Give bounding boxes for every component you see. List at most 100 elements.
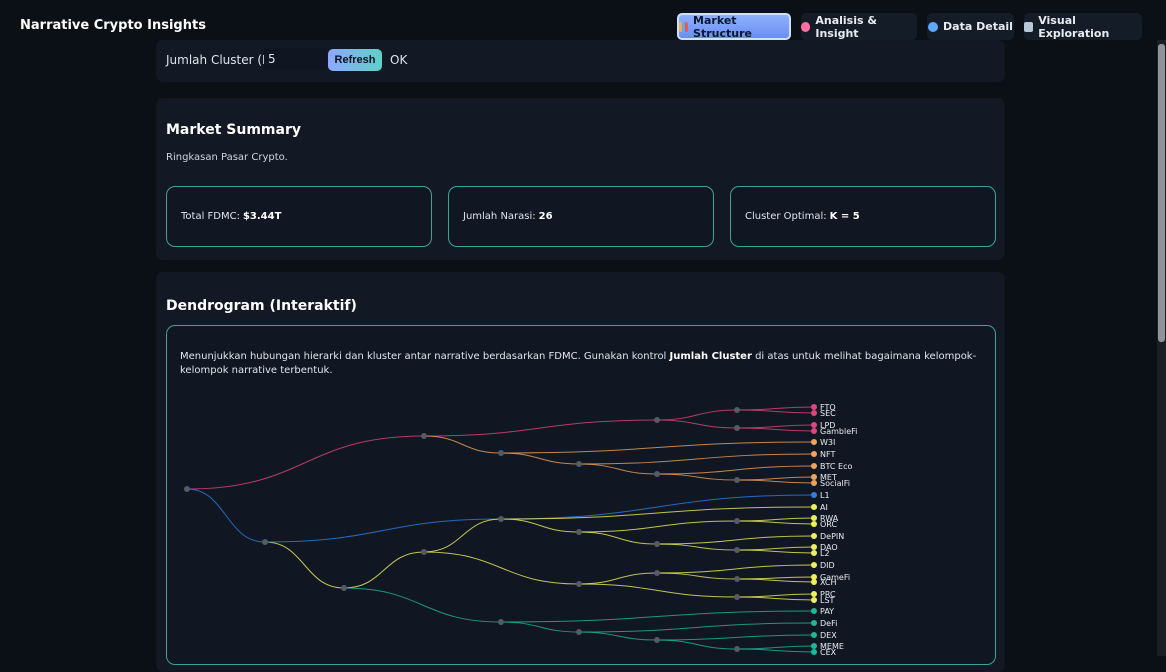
- dendrogram-link: [423, 419, 658, 437]
- dendrogram-link: [736, 476, 815, 481]
- leaf-marker[interactable]: [811, 410, 817, 416]
- dendrogram-node[interactable]: [341, 585, 347, 591]
- dendrogram-node[interactable]: [734, 646, 740, 652]
- dendrogram-node[interactable]: [421, 549, 427, 555]
- dendrogram-link: [264, 518, 502, 543]
- dendrogram-link: [656, 419, 738, 429]
- leaf-label: SocialFi: [820, 479, 850, 488]
- dendrogram-node[interactable]: [498, 516, 504, 522]
- dendrogram-node[interactable]: [184, 486, 190, 492]
- dendrogram-node[interactable]: [576, 629, 582, 635]
- leaf-marker[interactable]: [811, 463, 817, 469]
- dendrogram-link: [736, 596, 815, 601]
- dendrogram-link: [500, 518, 580, 533]
- dendrogram-link: [423, 551, 580, 585]
- leaf-marker[interactable]: [811, 492, 817, 498]
- dendrogram-node[interactable]: [654, 570, 660, 576]
- dendrogram-link: [656, 543, 738, 551]
- leaf-marker[interactable]: [811, 550, 817, 556]
- dendrogram-node[interactable]: [734, 576, 740, 582]
- dendrogram-link: [578, 631, 658, 641]
- dendrogram-node[interactable]: [654, 417, 660, 423]
- leaf-marker[interactable]: [811, 515, 817, 521]
- dendrogram-node[interactable]: [734, 425, 740, 431]
- dendrogram-node[interactable]: [262, 539, 268, 545]
- dendrogram-link: [578, 583, 738, 598]
- dendrogram-link: [656, 465, 815, 475]
- dendrogram-link: [736, 593, 815, 598]
- dendrogram-node[interactable]: [734, 407, 740, 413]
- dendrogram-link: [186, 435, 425, 490]
- leaf-marker[interactable]: [811, 533, 817, 539]
- dendrogram-link: [656, 473, 738, 481]
- leaf-label: NFT: [820, 450, 835, 459]
- dendrogram-link: [736, 409, 815, 414]
- dendrogram-link: [736, 520, 815, 525]
- dendrogram-node[interactable]: [576, 529, 582, 535]
- leaf-marker[interactable]: [811, 597, 817, 603]
- dendrogram-chart[interactable]: FTOSECLPDGambleFiW3INFTBTC EcoMETSocialF…: [0, 0, 1166, 656]
- dendrogram-link: [264, 541, 345, 589]
- scrollbar-thumb[interactable]: [1158, 44, 1165, 342]
- dendrogram-link: [736, 578, 815, 583]
- dendrogram-link: [736, 645, 815, 650]
- leaf-marker[interactable]: [811, 579, 817, 585]
- leaf-marker[interactable]: [811, 474, 817, 480]
- dendrogram-link: [656, 634, 815, 641]
- leaf-marker[interactable]: [811, 504, 817, 510]
- dendrogram-node[interactable]: [734, 594, 740, 600]
- leaf-label: DePIN: [820, 532, 844, 541]
- leaf-label: L2: [820, 549, 830, 558]
- leaf-marker[interactable]: [811, 404, 817, 410]
- leaf-marker[interactable]: [811, 562, 817, 568]
- dendrogram-link: [736, 427, 815, 432]
- dendrogram-node[interactable]: [576, 461, 582, 467]
- leaf-marker[interactable]: [811, 608, 817, 614]
- leaf-marker[interactable]: [811, 643, 817, 649]
- dendrogram-node[interactable]: [654, 541, 660, 547]
- dendrogram-link: [578, 463, 658, 475]
- leaf-marker[interactable]: [811, 591, 817, 597]
- dendrogram-link: [736, 424, 815, 429]
- dendrogram-node[interactable]: [421, 433, 427, 439]
- leaf-label: CEX: [820, 648, 837, 656]
- dendrogram-node[interactable]: [498, 450, 504, 456]
- dendrogram-link: [656, 409, 738, 421]
- dendrogram-link: [656, 639, 738, 650]
- leaf-label: W3I: [820, 438, 835, 447]
- dendrogram-link: [578, 531, 658, 545]
- leaf-marker[interactable]: [811, 480, 817, 486]
- leaf-marker[interactable]: [811, 521, 817, 527]
- dendrogram-link: [343, 587, 502, 623]
- leaf-label: DeFi: [820, 619, 837, 628]
- dendrogram-link: [736, 406, 815, 411]
- dendrogram-node[interactable]: [654, 637, 660, 643]
- dendrogram-node[interactable]: [734, 518, 740, 524]
- leaf-marker[interactable]: [811, 620, 817, 626]
- leaf-marker[interactable]: [811, 451, 817, 457]
- leaf-marker[interactable]: [811, 632, 817, 638]
- leaf-label: DEX: [820, 631, 837, 640]
- dendrogram-link: [186, 488, 266, 543]
- dendrogram-node[interactable]: [654, 471, 660, 477]
- dendrogram-node[interactable]: [734, 477, 740, 483]
- dendrogram-link: [656, 572, 738, 580]
- dendrogram-link: [736, 648, 815, 653]
- dendrogram-node[interactable]: [576, 581, 582, 587]
- dendrogram-link: [578, 622, 815, 633]
- leaf-marker[interactable]: [811, 649, 817, 655]
- leaf-label: GambleFi: [820, 427, 857, 436]
- dendrogram-link: [656, 535, 815, 545]
- dendrogram-node[interactable]: [498, 619, 504, 625]
- dendrogram-link: [500, 441, 815, 454]
- dendrogram-link: [500, 452, 580, 465]
- leaf-marker[interactable]: [811, 439, 817, 445]
- dendrogram-link: [736, 517, 815, 522]
- dendrogram-node[interactable]: [734, 547, 740, 553]
- leaf-marker[interactable]: [811, 422, 817, 428]
- dendrogram-link: [736, 546, 815, 551]
- dendrogram-link: [578, 520, 738, 533]
- dendrogram-link: [736, 549, 815, 554]
- leaf-marker[interactable]: [811, 428, 817, 434]
- leaf-marker[interactable]: [811, 544, 817, 550]
